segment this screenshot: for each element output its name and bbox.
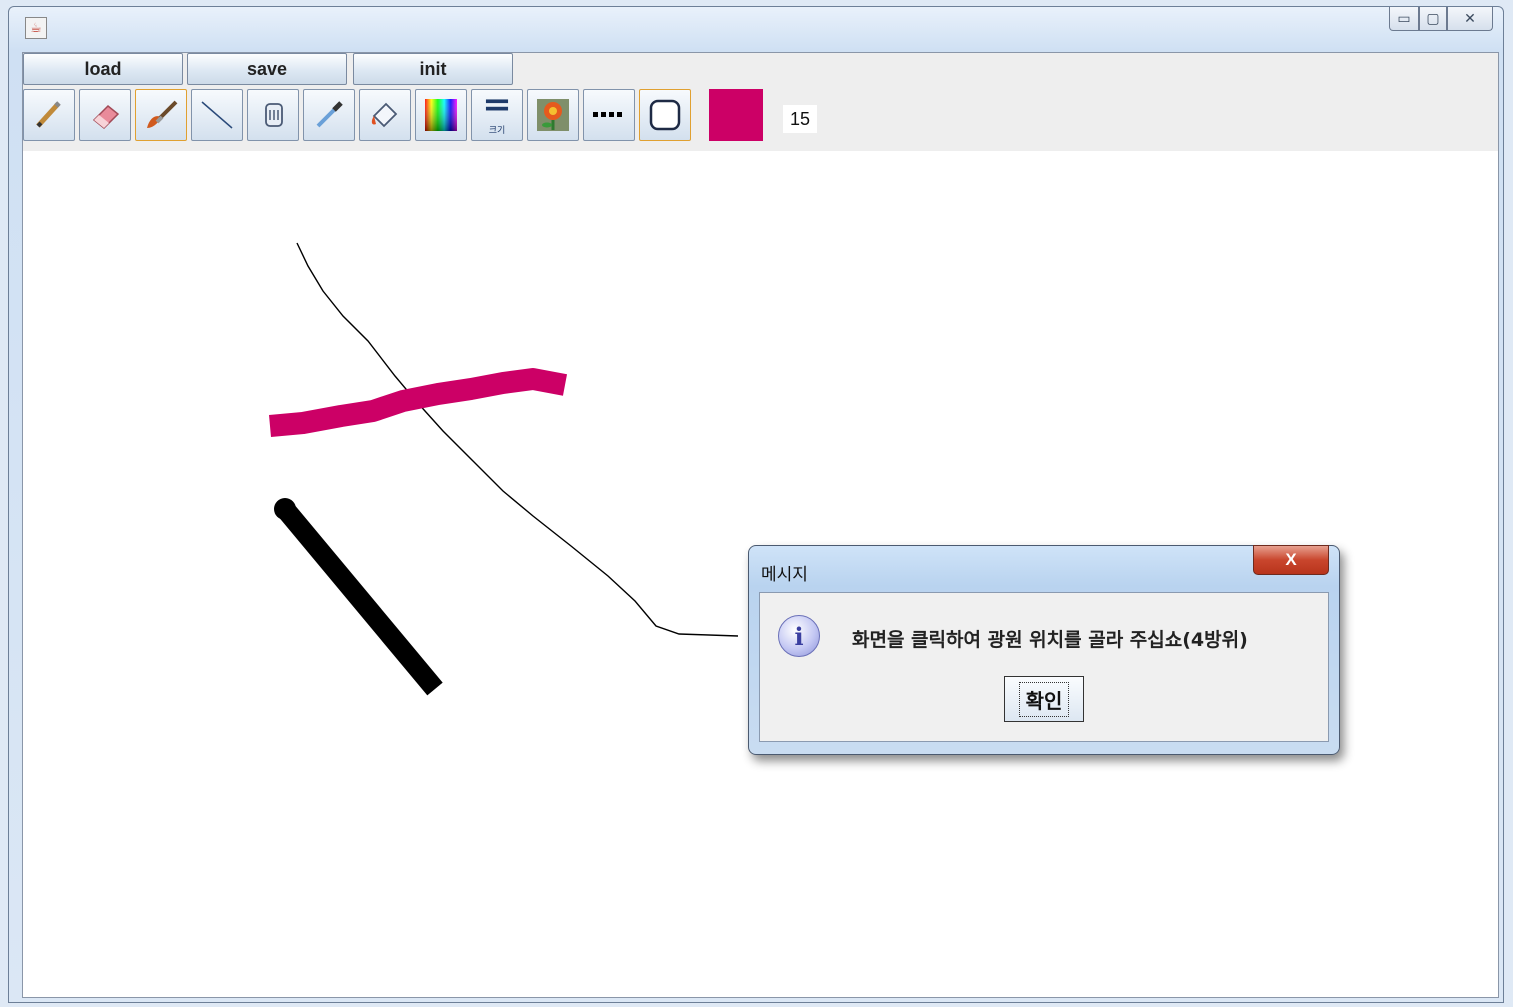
flower-stamp-tool-button[interactable] [527,89,579,141]
close-window-button[interactable]: ✕ [1447,7,1493,31]
line-tool-button[interactable] [191,89,243,141]
eyedropper-icon [316,101,343,128]
message-dialog: 메시지 X i 화면을 클릭하여 광원 위치를 골라 주십쇼(4방위) 확인 [748,545,1340,755]
pencil-tool-button[interactable] [23,89,75,141]
flower-stamp-icon [537,99,569,131]
dialog-title: 메시지 [761,565,808,585]
eraser-tool-button[interactable] [79,89,131,141]
line-thickness-label: 크기 [488,125,506,136]
black-thick-stroke [277,502,443,696]
size-value: 15 [783,105,817,133]
line-icon [201,101,233,129]
hand-icon [265,103,283,127]
eyedropper-tool-button[interactable] [303,89,355,141]
brush-icon [147,100,178,128]
ok-button-label: 확인 [1018,681,1070,717]
app-client-area: load save init 크기 15 [22,52,1499,998]
pencil-icon [36,101,61,128]
dialog-body: i 화면을 클릭하여 광원 위치를 골라 주십쇼(4방위) 확인 [759,592,1329,742]
info-icon: i [778,615,820,657]
toolbar-area: load save init 크기 15 [23,53,1498,151]
color-spectrum-tool-button[interactable] [415,89,467,141]
hand-tool-button[interactable] [247,89,299,141]
rounded-rectangle-icon [649,99,681,131]
paint-bucket-icon [371,102,398,128]
thin-black-stroke [296,242,739,637]
line-thickness-tool-button[interactable]: 크기 [471,89,523,141]
java-coffee-icon[interactable]: ☕ [25,17,47,39]
window-controls: ▭ ▢ ✕ [1389,7,1493,33]
brush-tool-button[interactable] [135,89,187,141]
dialog-close-button[interactable]: X [1253,545,1329,575]
load-button[interactable]: load [23,53,183,85]
current-color-swatch[interactable] [709,89,763,141]
line-thickness-icon [485,98,509,110]
dialog-message: 화면을 클릭하여 광원 위치를 골라 주십쇼(4방위) [852,629,1248,651]
maximize-button[interactable]: ▢ [1419,7,1447,31]
ok-button[interactable]: 확인 [1004,676,1084,722]
save-button[interactable]: save [187,53,347,85]
dotted-line-icon [593,112,622,117]
eraser-icon [92,104,120,130]
color-spectrum-icon [425,99,457,131]
magenta-brush-stroke [269,368,568,437]
dotted-line-tool-button[interactable] [583,89,635,141]
minimize-button[interactable]: ▭ [1389,7,1419,31]
black-stroke-end-dot [274,498,296,520]
rounded-rectangle-tool-button[interactable] [639,89,691,141]
init-button[interactable]: init [353,53,513,85]
paint-bucket-tool-button[interactable] [359,89,411,141]
